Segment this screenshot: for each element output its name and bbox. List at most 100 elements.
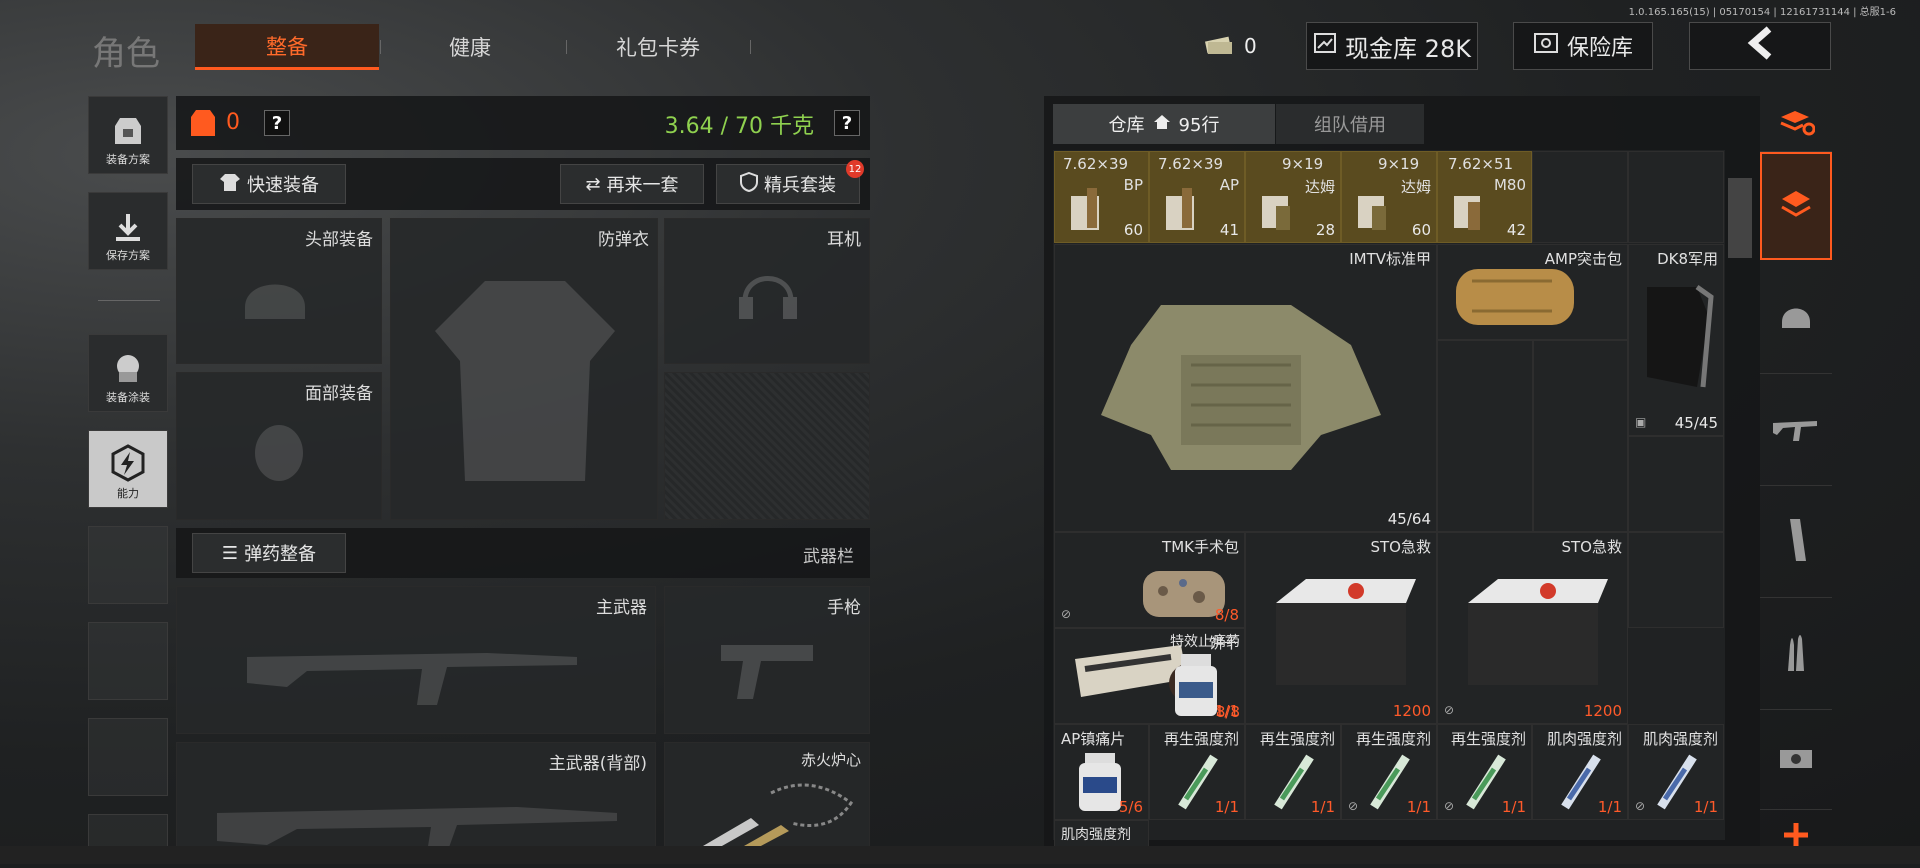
pill-count: 5/6	[1118, 798, 1143, 816]
sort-button[interactable]	[1760, 96, 1832, 152]
backpack-item[interactable]: AMP突击包	[1437, 244, 1628, 340]
insurance-button[interactable]: 保险库	[1513, 22, 1653, 70]
skin-button[interactable]: 装备涂装	[88, 334, 168, 412]
cash-count: 0	[1244, 34, 1257, 58]
house-icon	[1153, 114, 1171, 135]
bottom-bar	[0, 846, 1920, 864]
tab-team-borrow[interactable]: 组队借用	[1276, 104, 1424, 144]
ammo-name: 9×19	[1378, 155, 1420, 173]
injector-item[interactable]: 肌肉强度剂 1/1	[1532, 724, 1628, 820]
ammo-item[interactable]: 9×19 达姆 60	[1341, 151, 1437, 243]
bullet-icon	[1782, 629, 1810, 679]
notification-badge: 12	[846, 160, 864, 178]
empty-cell[interactable]	[1628, 436, 1724, 532]
injector-count: 1/1	[1406, 798, 1431, 816]
headset-slot[interactable]: 耳机	[664, 218, 870, 364]
injector-item[interactable]: 肌肉强度剂 ⊘ 1/1	[1628, 724, 1724, 820]
painkiller-item[interactable]: 特效止痛药 8/8	[1149, 628, 1245, 724]
tab-warehouse[interactable]: 仓库 95行	[1053, 104, 1275, 144]
injector-name: 再生强度剂	[1259, 730, 1335, 748]
empty-slot	[88, 622, 168, 700]
warehouse-rows: 95行	[1178, 115, 1220, 136]
ammo-box-icon	[1067, 182, 1113, 240]
cash-counter[interactable]: 0	[1204, 28, 1272, 64]
rig-item[interactable]: DK8军用 ▣ 45/45	[1628, 244, 1724, 436]
empty-cell[interactable]	[1628, 532, 1724, 628]
filter-rifle[interactable]	[1760, 374, 1832, 486]
shirt-icon	[219, 172, 241, 197]
vest-silhouette-icon	[425, 271, 625, 496]
firstaid-item[interactable]: STO急救 ⊘ 1200	[1437, 532, 1628, 724]
empty-cell[interactable]	[1533, 340, 1628, 532]
vest-slot-label: 防弹衣	[598, 230, 649, 250]
medkit-item[interactable]: TMK手术包 ⊘ 8/8	[1054, 532, 1245, 628]
ammo-type: 达姆	[1304, 178, 1335, 196]
ammo-count: 41	[1219, 221, 1239, 239]
ammo-item[interactable]: 7.62×39 BP 60	[1054, 151, 1149, 243]
injector-item[interactable]: 再生强度剂 ⊘ 1/1	[1437, 724, 1532, 820]
firstaid-count: 1200	[1583, 702, 1622, 720]
empty-cell[interactable]	[1437, 340, 1533, 532]
injector-item[interactable]: 再生强度剂 ⊘ 1/1	[1341, 724, 1437, 820]
firstaid-item[interactable]: STO急救 1200	[1245, 532, 1437, 724]
injector-item[interactable]: 再生强度剂 1/1	[1245, 724, 1341, 820]
help-icon[interactable]: ?	[264, 110, 290, 136]
again-button[interactable]: ⇄ 再来一套	[560, 164, 704, 204]
injector-count: 1/1	[1214, 798, 1239, 816]
ammo-item[interactable]: 7.62×51 M80 42	[1437, 151, 1532, 243]
empty-cell[interactable]	[1532, 151, 1628, 243]
ammo-item[interactable]: 9×19 达姆 28	[1245, 151, 1341, 243]
stack-refresh-icon	[1777, 107, 1816, 141]
vest-slot[interactable]: 防弹衣	[390, 218, 658, 520]
weapon-bar-label: 武器栏	[803, 547, 854, 567]
cash-warehouse-button[interactable]: 现金库 28K	[1306, 22, 1478, 70]
download-icon	[112, 212, 144, 247]
filter-magazine[interactable]	[1760, 486, 1832, 598]
filter-ammo[interactable]	[1760, 598, 1832, 710]
tab-gifts[interactable]: 礼包卡券	[588, 24, 728, 70]
headset-slot-label: 耳机	[827, 230, 861, 250]
loadout-plan-button[interactable]: 装备方案	[88, 96, 168, 174]
pistol-slot[interactable]: 手枪	[664, 586, 870, 734]
tab-health[interactable]: 健康	[400, 24, 540, 70]
back-button[interactable]	[1689, 22, 1831, 70]
elite-kit-button[interactable]: 精兵套装	[716, 164, 860, 204]
vest-icon	[1091, 295, 1391, 479]
loadout-header: 0 ? 3.64 / 70 千克 ?	[176, 96, 870, 150]
filter-attachment[interactable]	[1760, 710, 1832, 810]
injector-item[interactable]: 再生强度剂 1/1	[1149, 724, 1245, 820]
armor-item[interactable]: IMTV标准甲 45/64	[1054, 244, 1437, 532]
scrollbar-thumb[interactable]	[1728, 178, 1752, 258]
face-slot[interactable]: 面部装备	[176, 372, 382, 520]
injector-name: 肌肉强度剂	[1061, 827, 1131, 843]
head-slot-label: 头部装备	[305, 230, 373, 250]
tab-loadout[interactable]: 整备	[195, 24, 379, 70]
version-text: 1.0.165.165(15) | 05170154 | 12161731144…	[1628, 7, 1896, 18]
injector-name: 再生强度剂	[1450, 730, 1526, 748]
filter-helmet[interactable]	[1760, 262, 1832, 374]
ability-button[interactable]: 能力	[88, 430, 168, 508]
melee-slot-label: 赤火炉心	[800, 751, 861, 769]
mask-silhouette-icon	[247, 421, 311, 490]
primary-weapon-slot[interactable]: 主武器	[176, 586, 656, 734]
ammo-equip-button[interactable]: ☰ 弹药整备	[192, 533, 346, 573]
cube-icon: ▣	[1635, 415, 1647, 429]
pistol-slot-label: 手枪	[827, 598, 861, 618]
weight-help-icon[interactable]: ?	[834, 110, 860, 136]
layers-icon	[1778, 187, 1814, 225]
ammo-type: BP	[1123, 176, 1143, 194]
tab-divider	[380, 40, 381, 54]
empty-cell[interactable]	[1628, 151, 1724, 243]
ammo-type: M80	[1493, 176, 1526, 194]
ammo-name: 7.62×39	[1063, 155, 1129, 173]
again-label: 再来一套	[606, 175, 679, 196]
quick-equip-button[interactable]: 快速装备	[192, 164, 346, 204]
head-slot[interactable]: 头部装备	[176, 218, 382, 364]
save-plan-button[interactable]: 保存方案	[88, 192, 168, 270]
lightning-icon	[109, 444, 147, 485]
ammo-item[interactable]: 7.62×39 AP 41	[1149, 151, 1245, 243]
injector-count: 1/1	[1310, 798, 1335, 816]
pill-item[interactable]: AP镇痛片 5/6	[1054, 724, 1149, 820]
filter-all[interactable]	[1760, 152, 1832, 260]
ammo-equip-label: 弹药整备	[244, 544, 317, 565]
